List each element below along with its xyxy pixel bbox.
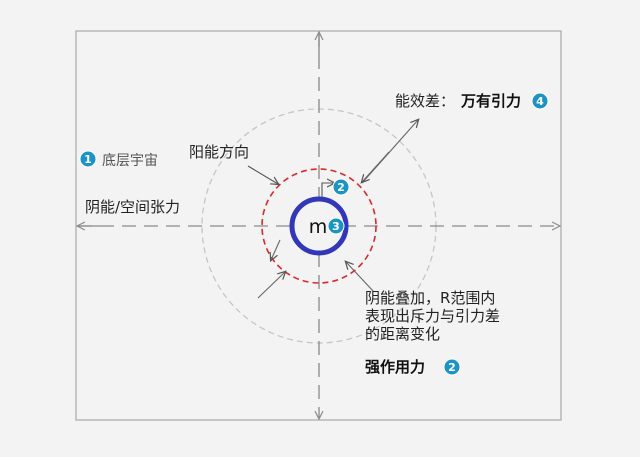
yin-arrow-lower-left: [257, 272, 285, 299]
badge-inner-ring: 2: [332, 178, 350, 196]
svg-text:3: 3: [332, 220, 340, 233]
label-yin-space-tension: 阴能/空间张力: [85, 198, 180, 216]
svg-text:1: 1: [84, 153, 92, 166]
badge-strong-force: 2: [443, 358, 461, 376]
diagram-svg: 1 2 3 4 2 m 底层宇宙 阴能/空间张力 阳能方向 能效差： 万有引力 …: [75, 30, 562, 421]
label-yin-superposition-line1: 阴能叠加，R范围内: [365, 289, 495, 307]
label-yin-superposition-line2: 表现出斥力与引力差: [365, 307, 500, 325]
label-base-universe: 底层宇宙: [102, 153, 158, 169]
mass-symbol: m: [309, 216, 328, 238]
gravity-arrow-inward: [362, 151, 390, 182]
diagram-canvas: 1 2 3 4 2 m 底层宇宙 阴能/空间张力 阳能方向 能效差： 万有引力 …: [0, 0, 640, 457]
yin-arrow-lower-small: [271, 239, 281, 260]
label-energy-diff: 能效差：: [395, 92, 455, 110]
badge-gravity: 4: [531, 92, 549, 110]
label-yin-superposition-line3: 的距离变化: [365, 325, 440, 343]
inner-hook-arrow: [321, 183, 334, 197]
svg-text:2: 2: [337, 181, 345, 194]
svg-text:4: 4: [536, 95, 544, 108]
badge-base-universe: 1: [79, 150, 97, 168]
label-yang-direction: 阳能方向: [189, 143, 249, 161]
label-universal-gravity: 万有引力: [460, 92, 521, 110]
label-strong-force: 强作用力: [365, 358, 425, 376]
yang-direction-arrow: [247, 165, 278, 184]
svg-text:2: 2: [448, 361, 456, 374]
badge-mass: 3: [327, 217, 345, 235]
